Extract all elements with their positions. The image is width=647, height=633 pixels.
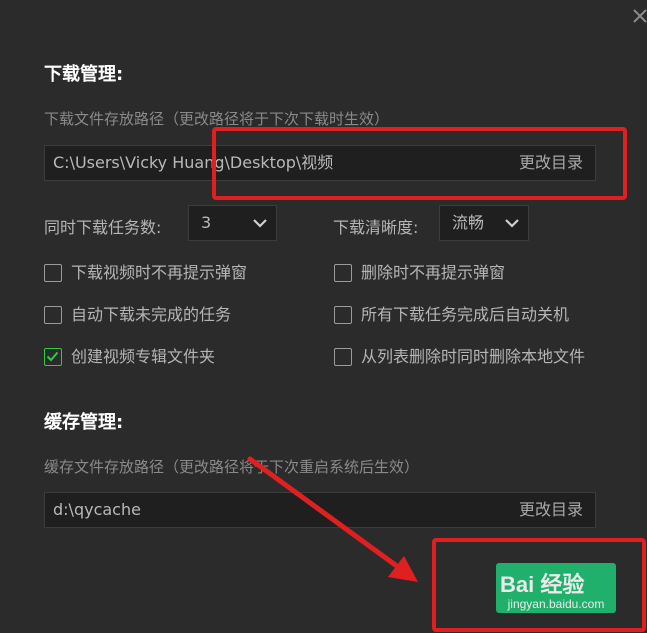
watermark-logo: Bai 经验 bbox=[500, 572, 585, 597]
download-section-title: 下载管理: bbox=[44, 64, 124, 85]
concurrent-tasks-value: 3 bbox=[201, 213, 212, 232]
download-path-field[interactable]: C:\Users\Vicky Huang\Desktop\视频 更改目录 bbox=[44, 145, 596, 181]
checkbox[interactable] bbox=[334, 264, 352, 282]
checkbox[interactable] bbox=[44, 306, 62, 324]
concurrent-tasks-select[interactable]: 3 bbox=[188, 205, 277, 241]
concurrent-tasks-label: 同时下载任务数: bbox=[44, 218, 162, 237]
option-label: 删除时不再提示弹窗 bbox=[361, 263, 506, 282]
checkbox-checked[interactable] bbox=[44, 348, 62, 366]
chevron-down-icon bbox=[505, 219, 519, 228]
download-settings-panel: 下载管理: 下载文件存放路径（更改路径将于下次下载时生效） C:\Users\V… bbox=[0, 0, 647, 633]
checkmark-icon bbox=[46, 351, 59, 362]
checkbox[interactable] bbox=[334, 306, 352, 324]
option-label: 从列表删除时同时删除本地文件 bbox=[361, 347, 586, 366]
download-quality-value: 流畅 bbox=[452, 213, 485, 232]
baidu-jingyan-watermark: Bai 经验 jingyan.baidu.com bbox=[496, 563, 616, 613]
close-button[interactable] bbox=[630, 6, 647, 26]
download-quality-select[interactable]: 流畅 bbox=[439, 205, 529, 241]
option-label: 创建视频专辑文件夹 bbox=[71, 347, 216, 366]
close-icon bbox=[633, 9, 647, 23]
option-label: 下载视频时不再提示弹窗 bbox=[71, 263, 248, 282]
cache-section-title: 缓存管理: bbox=[44, 412, 124, 433]
download-path-hint: 下载文件存放路径（更改路径将于下次下载时生效） bbox=[44, 110, 390, 128]
chevron-down-icon bbox=[253, 219, 267, 228]
cache-path-value: d:\qycache bbox=[53, 500, 141, 519]
download-quality-label: 下载清晰度: bbox=[333, 218, 419, 237]
cache-path-hint: 缓存文件存放路径（更改路径将于下次重启系统后生效） bbox=[44, 458, 420, 476]
option-label: 所有下载任务完成后自动关机 bbox=[361, 305, 570, 324]
download-path-value: C:\Users\Vicky Huang\Desktop\视频 bbox=[53, 153, 334, 172]
cache-path-field[interactable]: d:\qycache 更改目录 bbox=[44, 492, 596, 528]
download-change-dir-button[interactable]: 更改目录 bbox=[519, 146, 583, 180]
watermark-url: jingyan.baidu.com bbox=[507, 597, 605, 611]
option-label: 自动下载未完成的任务 bbox=[71, 305, 232, 324]
cache-change-dir-button[interactable]: 更改目录 bbox=[519, 493, 583, 527]
checkbox[interactable] bbox=[44, 264, 62, 282]
checkbox[interactable] bbox=[334, 348, 352, 366]
